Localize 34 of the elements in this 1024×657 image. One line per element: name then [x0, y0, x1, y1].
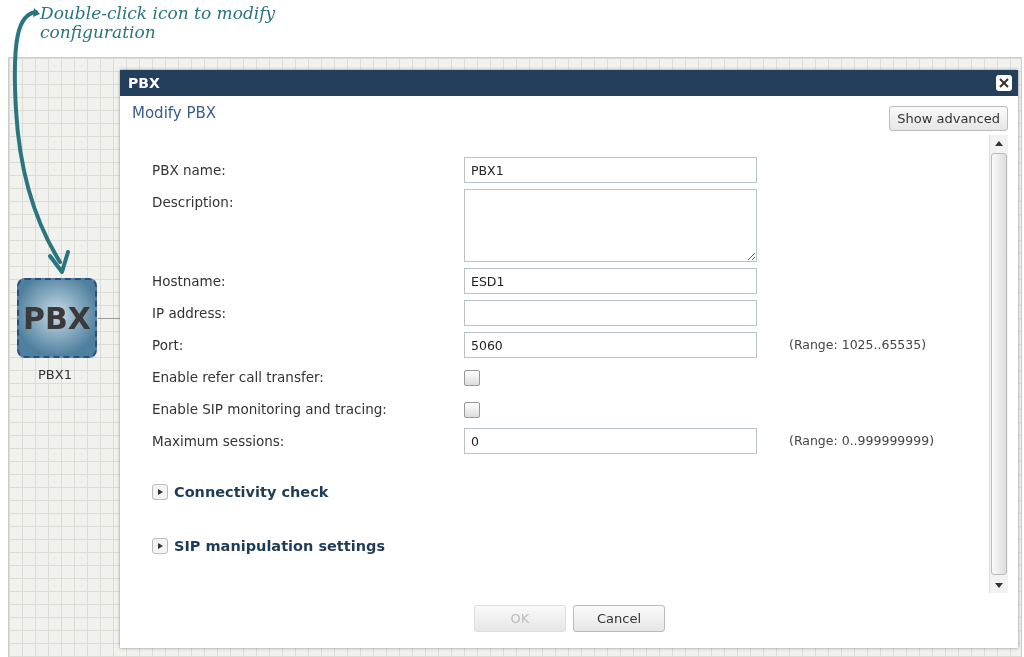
- annotation-text: Double-click icon to modify configuration: [40, 4, 277, 42]
- field-label: Hostname:: [152, 272, 227, 289]
- field-label: Enable refer call transfer:: [152, 368, 325, 385]
- dialog-button[interactable]: Cancel: [573, 605, 665, 632]
- pbx-node[interactable]: PBX: [17, 278, 97, 358]
- field-label: Maximum sessions:: [152, 432, 286, 449]
- show-advanced-button[interactable]: Show advanced: [889, 106, 1008, 132]
- input-field[interactable]: PBX1: [464, 157, 757, 183]
- connector-line: [98, 318, 120, 319]
- description-field[interactable]: [464, 189, 757, 262]
- scroll-down-icon[interactable]: [995, 582, 1003, 588]
- scroll-thumb[interactable]: [991, 153, 1007, 575]
- field-label: IP address:: [152, 304, 227, 321]
- section-toggle[interactable]: SIP manipulation settings: [152, 538, 386, 554]
- field-label: Description:: [152, 193, 235, 210]
- field-label: PBX name:: [152, 161, 227, 178]
- section-toggle[interactable]: Connectivity check: [152, 484, 329, 500]
- input-field[interactable]: [464, 300, 757, 326]
- close-button[interactable]: [996, 75, 1012, 92]
- input-field[interactable]: 0: [464, 428, 757, 454]
- node-label: PBX1: [38, 367, 72, 382]
- input-field[interactable]: 5060: [464, 332, 757, 358]
- scrollbar[interactable]: [989, 135, 1008, 593]
- close-icon: [999, 78, 1009, 89]
- window-title: PBX: [128, 75, 160, 92]
- field-label: Port:: [152, 336, 185, 353]
- range-hint: (Range: 0..999999999): [789, 432, 935, 448]
- field-label: Enable SIP monitoring and tracing:: [152, 400, 388, 417]
- checkbox[interactable]: [464, 370, 480, 386]
- scroll-up-icon[interactable]: [995, 140, 1003, 146]
- range-hint: (Range: 1025..65535): [789, 336, 927, 352]
- dialog-heading: Modify PBX: [132, 104, 217, 125]
- checkbox[interactable]: [464, 402, 480, 418]
- input-field[interactable]: ESD1: [464, 268, 757, 294]
